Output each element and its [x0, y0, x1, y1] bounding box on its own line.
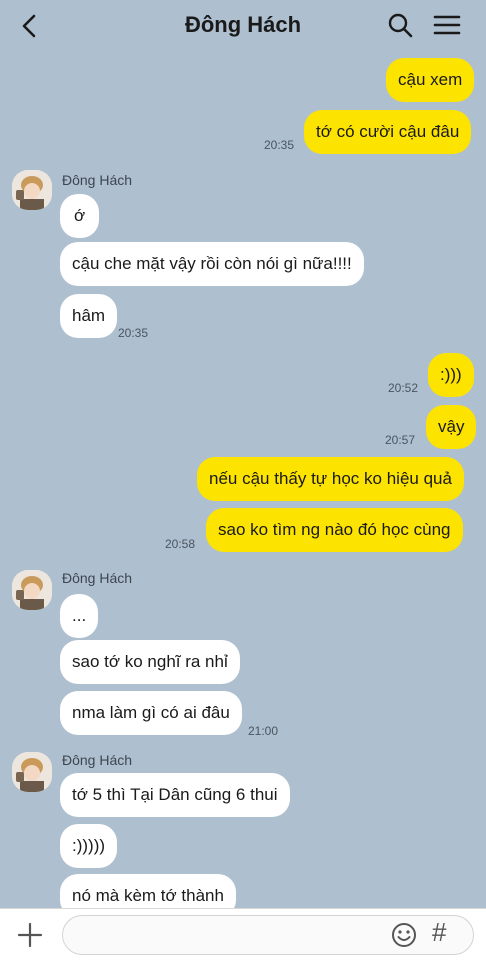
message-bubble-outgoing[interactable]: :)))	[428, 353, 474, 397]
message-input-bar: #	[0, 908, 486, 960]
emoji-icon[interactable]	[389, 920, 419, 950]
avatar[interactable]	[12, 752, 52, 792]
chevron-left-icon[interactable]	[16, 12, 44, 40]
message-bubble-incoming[interactable]: sao tớ ko nghĩ ra nhỉ	[60, 640, 240, 684]
message-bubble-outgoing[interactable]: tớ có cười cậu đâu	[304, 110, 472, 154]
message-bubble-incoming[interactable]: ớ	[60, 194, 100, 238]
message-timestamp: 20:52	[388, 381, 419, 395]
avatar[interactable]	[12, 170, 52, 210]
hashtag-icon[interactable]: #	[432, 917, 446, 948]
avatar[interactable]	[12, 570, 52, 610]
message-timestamp: 20:35	[118, 326, 149, 340]
message-bubble-incoming[interactable]: tớ 5 thì Tại Dân cũng 6 thui	[60, 773, 290, 817]
message-bubble-incoming[interactable]: :)))))	[60, 824, 118, 868]
chat-area: cậu xem tớ có cười cậu đâu 20:35 Đông Há…	[0, 0, 486, 918]
chat-header: Đông Hách	[0, 0, 486, 50]
page-title: Đông Hách	[184, 12, 302, 37]
sender-name: Đông Hách	[62, 570, 133, 586]
message-bubble-outgoing[interactable]: nếu cậu thấy tự học ko hiệu quả	[197, 457, 464, 501]
message-bubble-incoming[interactable]: cậu che mặt vậy rồi còn nói gì nữa!!!!	[60, 242, 364, 286]
message-bubble-incoming[interactable]: hâm	[60, 294, 118, 338]
message-bubble-outgoing[interactable]: vậy	[426, 405, 477, 449]
message-bubble-incoming[interactable]: ...	[60, 594, 99, 638]
sender-name: Đông Hách	[62, 752, 133, 768]
plus-icon[interactable]	[16, 921, 44, 949]
message-timestamp: 20:57	[385, 433, 416, 447]
search-icon[interactable]	[386, 11, 414, 39]
message-bubble-outgoing[interactable]: cậu xem	[386, 58, 475, 102]
message-bubble-outgoing[interactable]: sao ko tìm ng nào đó học cùng	[206, 508, 463, 552]
message-timestamp: 21:00	[248, 724, 279, 738]
menu-icon[interactable]	[432, 11, 462, 39]
sender-name: Đông Hách	[62, 172, 133, 188]
message-bubble-incoming[interactable]: nma làm gì có ai đâu	[60, 691, 242, 735]
message-input[interactable]	[62, 915, 474, 955]
message-timestamp: 20:58	[165, 537, 196, 551]
message-timestamp: 20:35	[264, 138, 295, 152]
